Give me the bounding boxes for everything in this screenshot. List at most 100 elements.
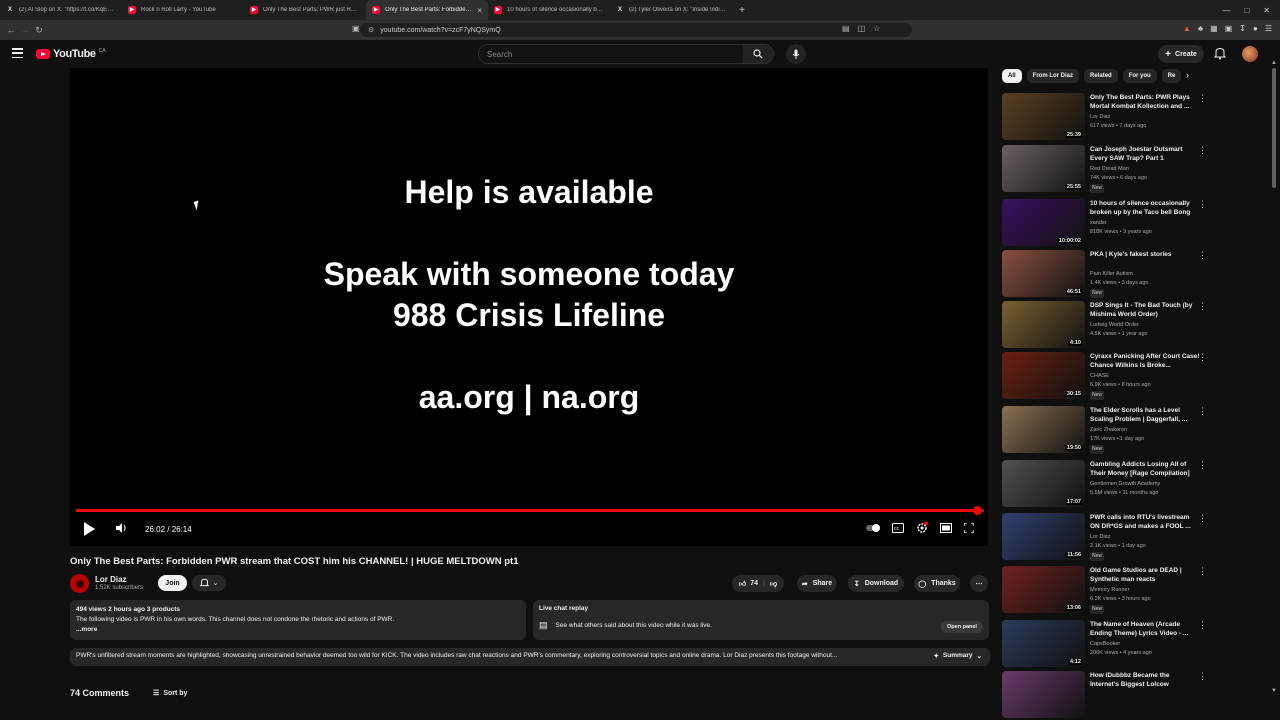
recommended-video[interactable]: 19:50 The Elder Scrolls has a Level Scali… [1002, 406, 1262, 454]
video-thumbnail[interactable]: 4:12 [1002, 620, 1085, 667]
search-button[interactable] [743, 45, 773, 63]
show-more-link[interactable]: ...more [76, 625, 520, 635]
recommended-title[interactable]: Cyraxx Panicking After Court Case! Chanc… [1090, 352, 1200, 370]
browser-tab[interactable]: X (2) AI Slop on X: "https://t.co/KqEX1..… [0, 0, 122, 20]
wallet-icon[interactable]: ▣ [1225, 24, 1233, 33]
notifications-button[interactable] [1213, 47, 1227, 65]
filter-chip[interactable]: For you [1122, 69, 1157, 83]
more-vertical-icon[interactable]: ⋮ [1198, 145, 1207, 156]
recommended-title[interactable]: The Name of Heaven (Arcade Ending Theme)… [1090, 620, 1200, 638]
browser-tab[interactable]: X (2) Tyler Oliveira on X: "Inside India'… [610, 0, 732, 20]
recommended-title[interactable]: Gambling Addicts Losing All of Their Mon… [1090, 460, 1200, 478]
recommended-title[interactable]: PKA | Kyle's fakest stories [1090, 250, 1200, 259]
more-vertical-icon[interactable]: ⋮ [1198, 566, 1207, 577]
recommended-channel[interactable]: Pain Killer Autism [1090, 270, 1200, 279]
maximize-icon[interactable]: □ [1244, 6, 1249, 15]
more-vertical-icon[interactable]: ⋮ [1198, 671, 1207, 682]
channel-avatar[interactable] [70, 574, 89, 593]
recommended-title[interactable]: Only The Best Parts: PWR Plays Mortal Ko… [1090, 93, 1200, 111]
more-vertical-icon[interactable]: ⋮ [1198, 199, 1207, 210]
browser-tab[interactable]: ▶ Only The Best Parts: Forbidden P... × [366, 0, 488, 20]
close-tab-icon[interactable]: × [477, 6, 482, 15]
filter-chip[interactable]: Re [1161, 69, 1182, 83]
more-vertical-icon[interactable]: ⋮ [1198, 250, 1207, 261]
recommended-channel[interactable]: Red Dread Man [1090, 165, 1200, 174]
new-tab-icon[interactable]: + [732, 5, 752, 16]
recommended-title[interactable]: 10 hours of silence occasionally broken … [1090, 199, 1200, 217]
video-player[interactable]: Help is available Speak with someone tod… [70, 68, 988, 546]
search-input[interactable] [479, 45, 743, 63]
video-thumbnail[interactable]: 13:06 [1002, 566, 1085, 613]
volume-button[interactable] [116, 523, 128, 535]
recommended-channel[interactable]: xander [1090, 219, 1200, 228]
recommended-title[interactable]: Old Game Studios are DEAD | Synthetic ma… [1090, 566, 1200, 584]
recommended-channel[interactable]: CHASE [1090, 372, 1200, 381]
recommended-channel[interactable]: Gentlemen Growth Academy [1090, 480, 1200, 489]
video-thumbnail[interactable]: 25:39 [1002, 93, 1085, 140]
video-thumbnail[interactable]: 11:56 [1002, 513, 1085, 560]
share-button[interactable]: ➦ Share [797, 575, 837, 592]
video-thumbnail[interactable]: 10:00:02 [1002, 199, 1085, 246]
filter-chip[interactable]: From Lor Diaz [1026, 69, 1080, 83]
recommended-video[interactable]: How iDubbbz Became the Internet's Bigges… [1002, 671, 1262, 719]
more-vertical-icon[interactable]: ⋮ [1198, 93, 1207, 104]
recommended-title[interactable]: PWR calls into RTU's livestream ON DR*GS… [1090, 513, 1200, 531]
downloads-icon[interactable]: ↧ [1239, 24, 1246, 33]
recommended-video[interactable]: 46:51 PKA | Kyle's fakest stories Pain Kil… [1002, 250, 1262, 298]
recommended-video[interactable]: 17:07 Gambling Addicts Losing All of Thei… [1002, 460, 1262, 508]
video-thumbnail[interactable]: 46:51 [1002, 250, 1085, 297]
more-vertical-icon[interactable]: ⋮ [1198, 513, 1207, 524]
play-button[interactable] [84, 522, 95, 536]
reload-icon[interactable]: ↻ [32, 25, 46, 36]
profile-icon[interactable]: ● [1253, 24, 1258, 33]
video-thumbnail[interactable] [1002, 671, 1085, 718]
recommended-channel[interactable]: CapsBooker [1090, 640, 1200, 649]
star-icon[interactable]: ☆ [873, 24, 880, 33]
like-button[interactable]: 👍︎ 74 [739, 579, 758, 588]
more-vertical-icon[interactable]: ⋮ [1198, 460, 1207, 471]
channel-name[interactable]: Lor Diaz [95, 575, 127, 584]
recommended-title[interactable]: How iDubbbz Became the Internet's Bigges… [1090, 671, 1200, 689]
recommended-title[interactable]: DSP Sings It - The Bad Touch (by Mishima… [1090, 301, 1200, 319]
scroll-down-icon[interactable]: ▼ [1271, 688, 1277, 694]
video-thumbnail[interactable]: 25:55 [1002, 145, 1085, 192]
thanks-button[interactable]: ◯ Thanks [914, 575, 960, 592]
more-vertical-icon[interactable]: ⋮ [1198, 352, 1207, 363]
description-box[interactable]: 494 views 2 hours ago 3 products The fol… [70, 600, 526, 640]
recommended-video[interactable]: 25:39 Only The Best Parts: PWR Plays Mort… [1002, 93, 1262, 141]
video-thumbnail[interactable]: 17:07 [1002, 460, 1085, 507]
filter-chip[interactable]: Related [1084, 69, 1118, 83]
recommended-title[interactable]: The Elder Scrolls has a Level Scaling Pr… [1090, 406, 1200, 424]
close-window-icon[interactable]: ✕ [1263, 6, 1270, 15]
video-thumbnail[interactable]: 30:15 [1002, 352, 1085, 399]
browser-tab[interactable]: ▶ Only The Best Parts: PWR just RUINE... [244, 0, 366, 20]
scrollbar-thumb[interactable] [1272, 68, 1276, 188]
minimize-icon[interactable]: — [1222, 6, 1230, 15]
autoplay-toggle[interactable] [866, 524, 882, 534]
menu-icon[interactable]: ☰ [1265, 24, 1272, 33]
extensions-icon[interactable]: ♣ [1198, 24, 1203, 33]
subtitles-button[interactable]: cc [892, 523, 904, 535]
more-vertical-icon[interactable]: ⋮ [1198, 620, 1207, 631]
open-panel-button[interactable]: Open panel [941, 621, 983, 633]
scroll-up-icon[interactable]: ▲ [1271, 60, 1277, 66]
youtube-logo[interactable]: YouTube CA [36, 48, 106, 60]
sort-comments-button[interactable]: ☰ Sort by [153, 688, 187, 698]
settings-button[interactable] [916, 522, 928, 536]
sidebar-icon[interactable]: ▦ [1210, 24, 1218, 33]
download-button[interactable]: ↧ Download [848, 575, 904, 592]
recommended-channel[interactable]: Zaric Zhakaron [1090, 426, 1200, 435]
recommended-title[interactable]: Can Joseph Joestar Outsmart Every SAW Tr… [1090, 145, 1200, 163]
recommended-video[interactable]: 25:55 Can Joseph Joestar Outsmart Every S… [1002, 145, 1262, 193]
more-actions-button[interactable]: ⋯ [970, 575, 988, 592]
voice-search-button[interactable] [786, 44, 806, 64]
progress-bar[interactable] [76, 506, 984, 515]
site-info-icon[interactable]: ⚙ [368, 26, 374, 34]
recommended-video[interactable]: 4:12 The Name of Heaven (Arcade Ending Th… [1002, 620, 1262, 668]
dislike-button[interactable]: 👎︎ [770, 579, 777, 588]
recommended-video[interactable]: 11:56 PWR calls into RTU's livestream ON … [1002, 513, 1262, 561]
guide-menu-icon[interactable] [12, 48, 23, 58]
recommended-video[interactable]: 4:10 DSP Sings It - The Bad Touch (by Mis… [1002, 301, 1262, 349]
join-button[interactable]: Join [158, 575, 187, 591]
recommended-video[interactable]: 13:06 Old Game Studios are DEAD | Synthet… [1002, 566, 1262, 614]
